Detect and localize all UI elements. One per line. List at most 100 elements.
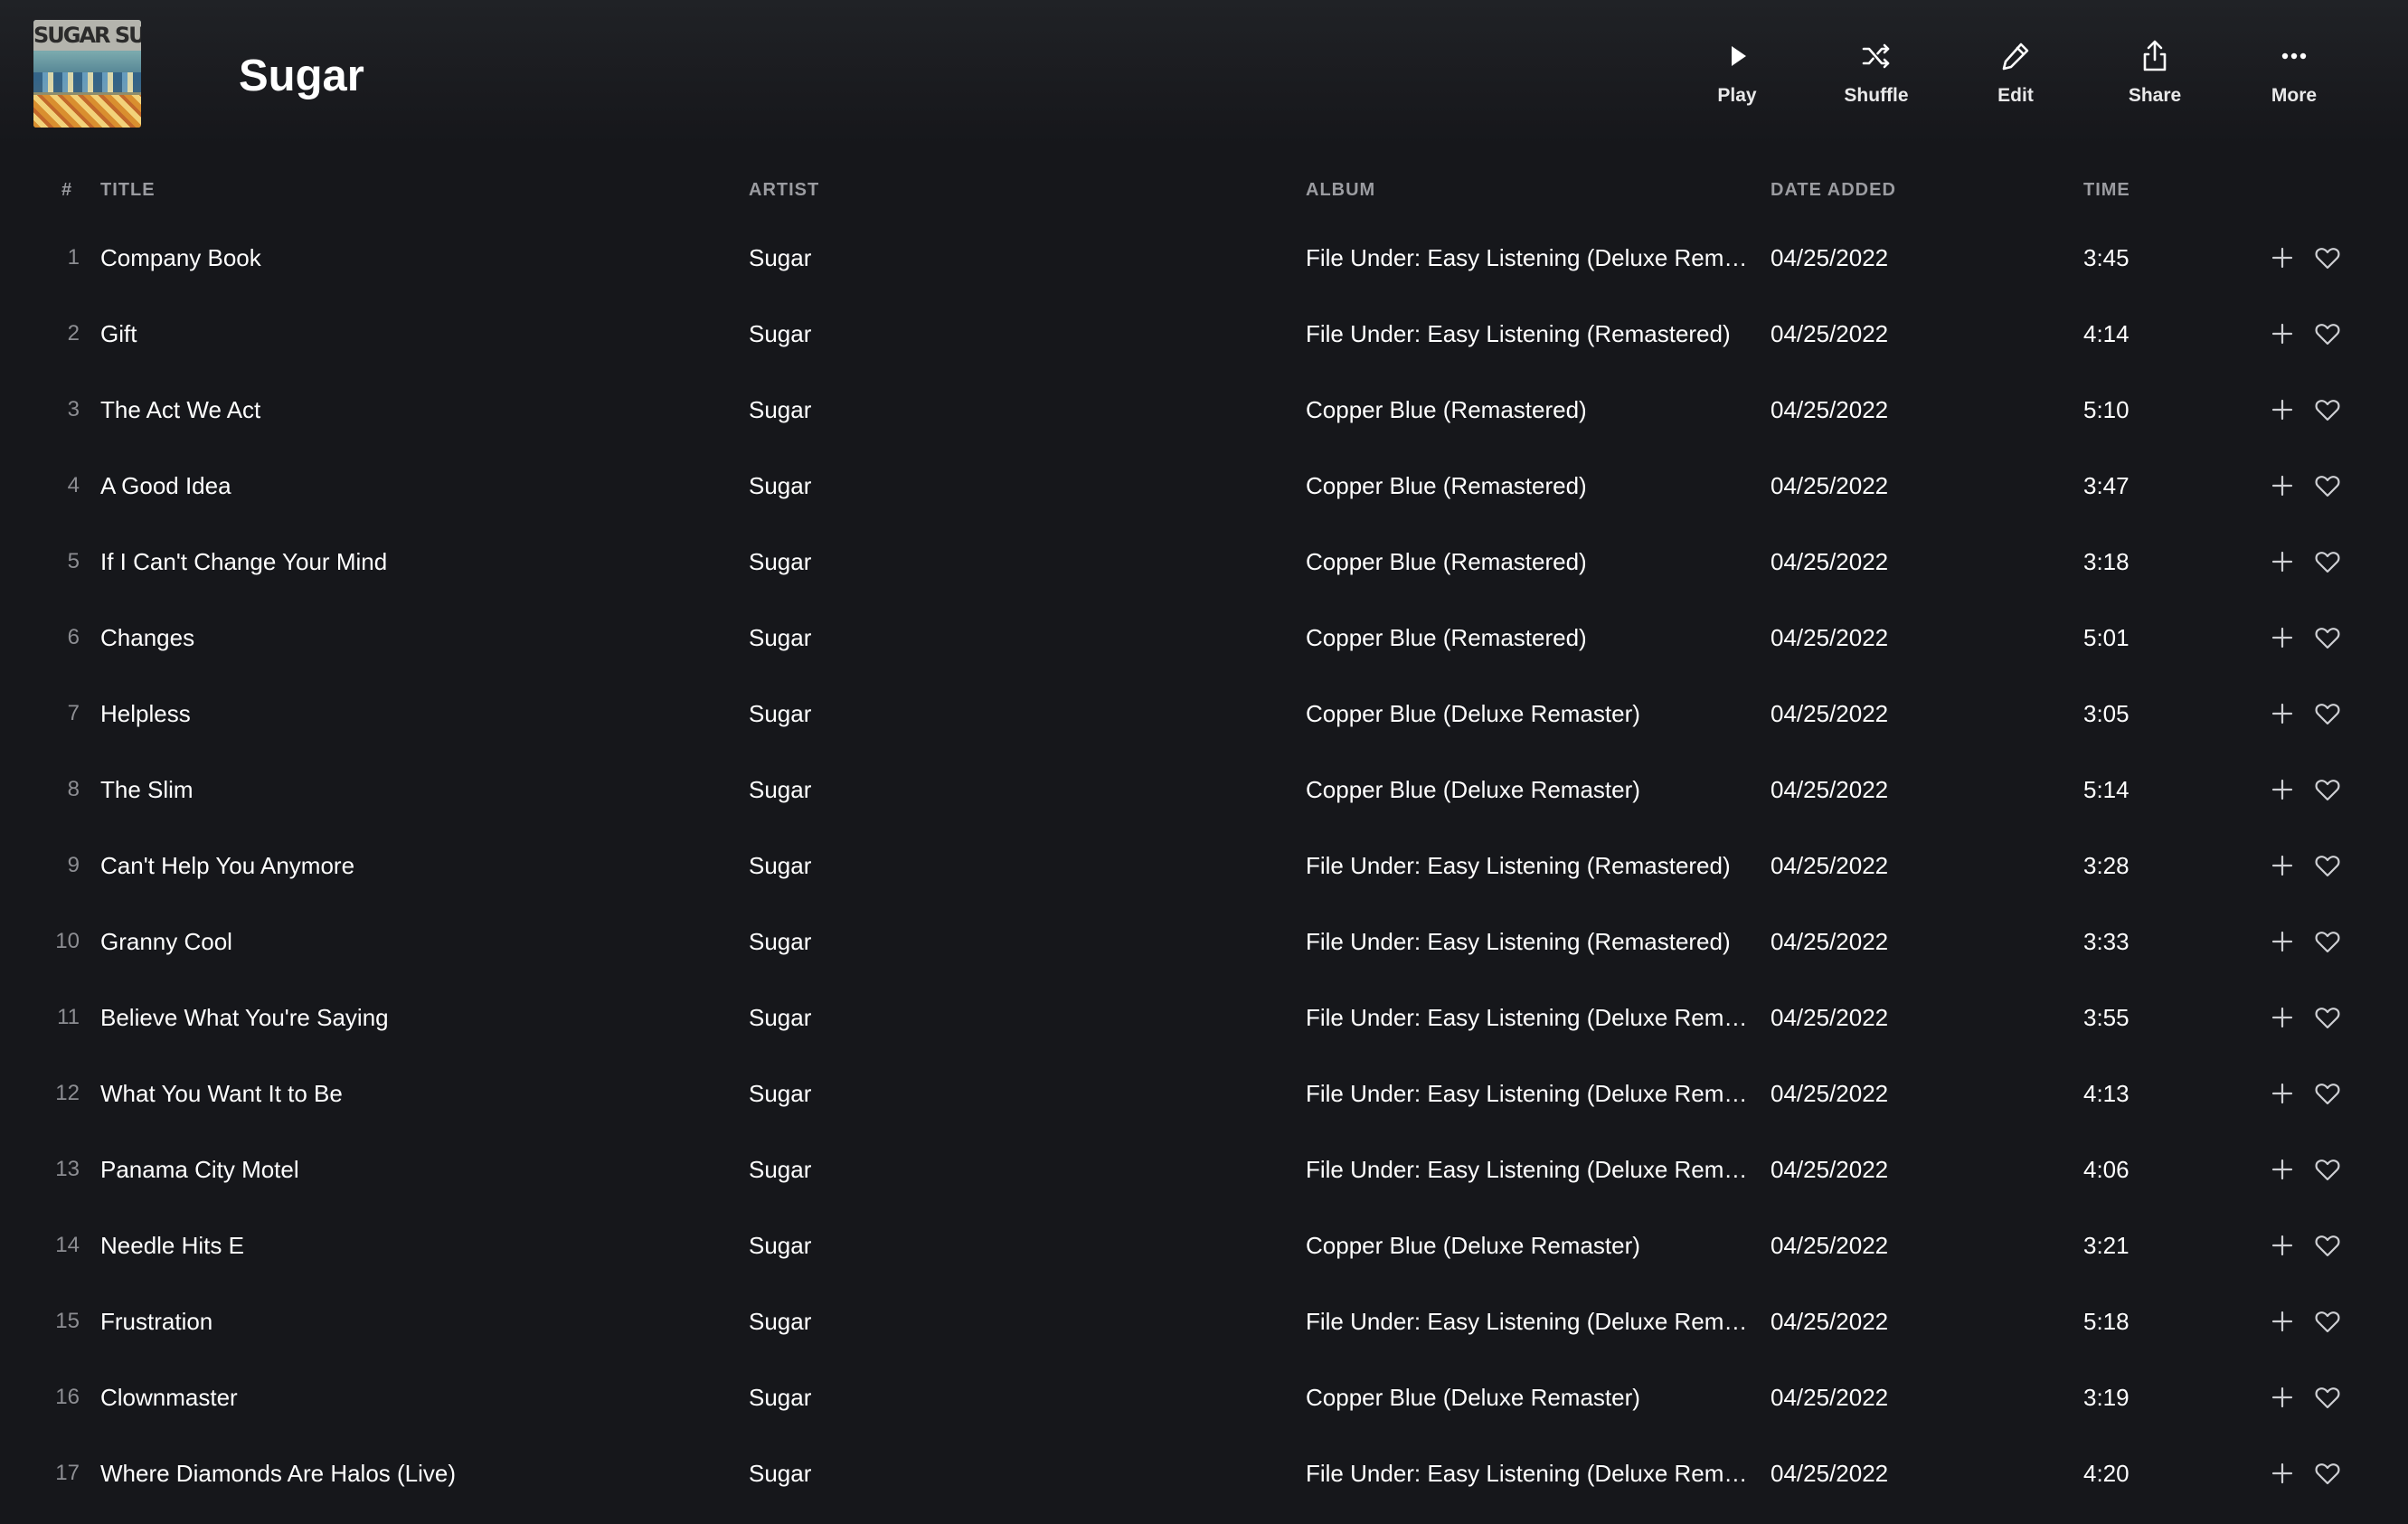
add-to-playlist-button[interactable] [2268, 851, 2297, 880]
like-button[interactable] [2313, 319, 2342, 348]
track-album[interactable]: File Under: Easy Listening (Remastered) [1306, 927, 1731, 956]
track-album[interactable]: File Under: Easy Listening (Deluxe Rema.… [1306, 243, 1749, 272]
track-row[interactable]: 2 Gift Sugar File Under: Easy Listening (Re… [0, 296, 2408, 372]
track-artist[interactable]: Sugar [749, 319, 811, 348]
column-header-time[interactable]: TIME [2083, 179, 2130, 201]
track-row[interactable]: 12 What You Want It to Be Sugar File Under:… [0, 1055, 2408, 1131]
shuffle-button[interactable]: Shuffle [1827, 38, 1926, 107]
column-header-album[interactable]: ALBUM [1306, 179, 1375, 201]
add-to-playlist-button[interactable] [2268, 699, 2297, 728]
track-row[interactable]: 14 Needle Hits E Sugar Copper Blue (Deluxe … [0, 1207, 2408, 1283]
track-album[interactable]: File Under: Easy Listening (Remastered) [1306, 851, 1731, 880]
track-album[interactable]: Copper Blue (Remastered) [1306, 395, 1587, 424]
like-button[interactable] [2313, 1003, 2342, 1032]
track-artist[interactable]: Sugar [749, 395, 811, 424]
track-album[interactable]: Copper Blue (Deluxe Remaster) [1306, 775, 1640, 804]
track-album[interactable]: Copper Blue (Deluxe Remaster) [1306, 1231, 1640, 1260]
track-row[interactable]: 4 A Good Idea Sugar Copper Blue (Remastered… [0, 448, 2408, 524]
column-header-date-added[interactable]: DATE ADDED [1771, 179, 1896, 201]
track-row[interactable]: 6 Changes Sugar Copper Blue (Remastered) 04/… [0, 600, 2408, 676]
like-button[interactable] [2313, 1155, 2342, 1184]
like-button[interactable] [2313, 699, 2342, 728]
track-artist[interactable]: Sugar [749, 1459, 811, 1488]
track-row[interactable]: 13 Panama City Motel Sugar File Under: Easy… [0, 1131, 2408, 1207]
like-button[interactable] [2313, 1307, 2342, 1336]
like-button[interactable] [2313, 1079, 2342, 1108]
track-artist[interactable]: Sugar [749, 1383, 811, 1412]
track-row[interactable]: 9 Can't Help You Anymore Sugar File Under: … [0, 828, 2408, 904]
like-button[interactable] [2313, 623, 2342, 652]
like-button[interactable] [2313, 1231, 2342, 1260]
like-button[interactable] [2313, 851, 2342, 880]
like-button[interactable] [2313, 471, 2342, 500]
track-row[interactable]: 11 Believe What You're Saying Sugar File Un… [0, 980, 2408, 1055]
track-artist[interactable]: Sugar [749, 1079, 811, 1108]
add-to-playlist-button[interactable] [2268, 395, 2297, 424]
track-artist[interactable]: Sugar [749, 927, 811, 956]
track-album[interactable]: Copper Blue (Deluxe Remaster) [1306, 699, 1640, 728]
track-row[interactable]: 16 Clownmaster Sugar Copper Blue (Deluxe Re… [0, 1359, 2408, 1435]
plus-icon [2271, 931, 2293, 952]
track-row[interactable]: 1 Company Book Sugar File Under: Easy Liste… [0, 220, 2408, 296]
track-artist[interactable]: Sugar [749, 1231, 811, 1260]
track-artist[interactable]: Sugar [749, 851, 811, 880]
track-row[interactable]: 5 If I Can't Change Your Mind Sugar Copper … [0, 524, 2408, 600]
add-to-playlist-button[interactable] [2268, 1383, 2297, 1412]
track-album[interactable]: Copper Blue (Remastered) [1306, 547, 1587, 576]
track-album[interactable]: File Under: Easy Listening (Deluxe Rema.… [1306, 1155, 1749, 1184]
add-to-playlist-button[interactable] [2268, 927, 2297, 956]
track-album[interactable]: File Under: Easy Listening (Deluxe Rema.… [1306, 1079, 1749, 1108]
track-row[interactable]: 8 The Slim Sugar Copper Blue (Deluxe Remast… [0, 752, 2408, 828]
track-artist[interactable]: Sugar [749, 775, 811, 804]
track-album[interactable]: Copper Blue (Deluxe Remaster) [1306, 1383, 1640, 1412]
add-to-playlist-button[interactable] [2268, 775, 2297, 804]
track-album[interactable]: File Under: Easy Listening (Deluxe Rema.… [1306, 1003, 1749, 1032]
track-date-added: 04/25/2022 [1771, 1308, 1889, 1335]
add-to-playlist-button[interactable] [2268, 319, 2297, 348]
like-button[interactable] [2313, 775, 2342, 804]
track-artist[interactable]: Sugar [749, 699, 811, 728]
track-album[interactable]: File Under: Easy Listening (Remastered) [1306, 319, 1731, 348]
add-to-playlist-button[interactable] [2268, 1231, 2297, 1260]
like-button[interactable] [2313, 243, 2342, 272]
add-to-playlist-button[interactable] [2268, 623, 2297, 652]
track-artist[interactable]: Sugar [749, 243, 811, 272]
track-row[interactable]: 15 Frustration Sugar File Under: Easy Liste… [0, 1283, 2408, 1359]
add-to-playlist-button[interactable] [2268, 1459, 2297, 1488]
column-header-title[interactable]: TITLE [100, 179, 156, 201]
like-button[interactable] [2313, 927, 2342, 956]
add-to-playlist-button[interactable] [2268, 243, 2297, 272]
play-button[interactable]: Play [1687, 38, 1787, 107]
add-to-playlist-button[interactable] [2268, 1155, 2297, 1184]
like-button[interactable] [2313, 547, 2342, 576]
more-label: More [2271, 85, 2318, 106]
track-row[interactable]: 7 Helpless Sugar Copper Blue (Deluxe Remast… [0, 676, 2408, 752]
like-button[interactable] [2313, 395, 2342, 424]
track-row[interactable]: 17 Where Diamonds Are Halos (Live) Sugar Fi… [0, 1435, 2408, 1511]
track-artist[interactable]: Sugar [749, 471, 811, 500]
track-artist[interactable]: Sugar [749, 1003, 811, 1032]
edit-button[interactable]: Edit [1966, 38, 2065, 107]
add-to-playlist-button[interactable] [2268, 1079, 2297, 1108]
track-album[interactable]: Copper Blue (Remastered) [1306, 471, 1587, 500]
add-to-playlist-button[interactable] [2268, 547, 2297, 576]
add-to-playlist-button[interactable] [2268, 1307, 2297, 1336]
track-artist[interactable]: Sugar [749, 1155, 811, 1184]
add-to-playlist-button[interactable] [2268, 1003, 2297, 1032]
share-button[interactable]: Share [2105, 38, 2205, 107]
plus-icon [2271, 1235, 2293, 1256]
like-button[interactable] [2313, 1383, 2342, 1412]
track-artist[interactable]: Sugar [749, 623, 811, 652]
column-header-artist[interactable]: ARTIST [749, 179, 819, 201]
add-to-playlist-button[interactable] [2268, 471, 2297, 500]
track-artist[interactable]: Sugar [749, 547, 811, 576]
more-button[interactable]: More [2244, 38, 2344, 107]
track-album[interactable]: Copper Blue (Remastered) [1306, 623, 1587, 652]
track-album[interactable]: File Under: Easy Listening (Deluxe Rema.… [1306, 1459, 1749, 1488]
track-artist[interactable]: Sugar [749, 1307, 811, 1336]
track-row[interactable]: 10 Granny Cool Sugar File Under: Easy Liste… [0, 904, 2408, 980]
column-header-number: # [61, 180, 73, 200]
like-button[interactable] [2313, 1459, 2342, 1488]
track-row[interactable]: 3 The Act We Act Sugar Copper Blue (Remaste… [0, 372, 2408, 448]
track-album[interactable]: File Under: Easy Listening (Deluxe Rema.… [1306, 1307, 1749, 1336]
